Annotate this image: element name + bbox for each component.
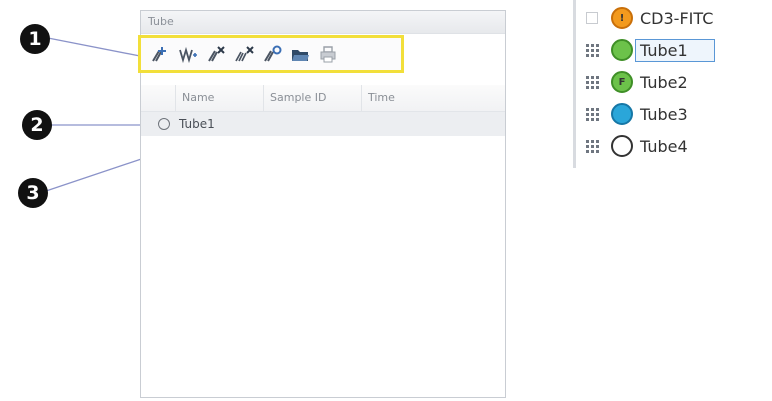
warning-dot-icon: !: [611, 7, 633, 29]
tube-grid-header: Name Sample ID Time: [141, 85, 505, 112]
callout-1: 1: [20, 24, 50, 54]
grid-icon: [586, 43, 599, 57]
list-item[interactable]: ! CD3-FITC: [586, 4, 713, 32]
panel-title: Tube: [141, 11, 505, 34]
list-item[interactable]: Tube3: [586, 100, 688, 128]
column-time[interactable]: Time: [361, 85, 505, 111]
list-item-label-selected[interactable]: Tube1: [635, 38, 715, 62]
grid-icon: [586, 107, 599, 121]
grid-icon: [586, 139, 599, 153]
delete-all-icon: [235, 46, 254, 62]
list-item[interactable]: Tube4: [586, 132, 688, 160]
tube-settings-button[interactable]: [261, 43, 283, 65]
delete-all-button[interactable]: [233, 43, 255, 65]
list-item-label: Tube3: [640, 104, 688, 124]
tube-status-circle-icon[interactable]: [158, 118, 170, 130]
delete-tube-button[interactable]: [205, 43, 227, 65]
open-folder-button[interactable]: [289, 43, 311, 65]
delete-tube-icon: [208, 46, 225, 62]
tube-panel: Tube Name Sample ID Time Tube1: [138, 10, 506, 398]
dot-letter: !: [619, 12, 625, 24]
callout-3: 3: [18, 178, 48, 208]
checkbox[interactable]: [586, 12, 598, 24]
tube-list: ! CD3-FITC Tube1 F Tube2 Tube3 Tube4: [573, 0, 772, 168]
blue-dot-icon: [611, 103, 633, 125]
grid-icon: [586, 75, 599, 89]
callout-2: 2: [22, 110, 52, 140]
column-sample-id[interactable]: Sample ID: [263, 85, 361, 111]
list-item-label: Tube4: [640, 136, 688, 156]
dot-letter: F: [618, 76, 626, 88]
tube-settings-icon: [264, 45, 282, 62]
empty-circle-icon: [611, 135, 633, 157]
acquisition-button[interactable]: [177, 43, 199, 65]
tube-toolbar: [138, 35, 404, 73]
new-tube-icon: [152, 47, 166, 62]
table-row[interactable]: Tube1: [141, 112, 505, 136]
green-dot-icon: F: [611, 71, 633, 93]
list-item[interactable]: Tube1: [586, 36, 715, 64]
acquisition-icon: [179, 46, 197, 64]
new-tube-button[interactable]: [149, 43, 171, 65]
print-button[interactable]: [317, 43, 339, 65]
list-item-label: Tube2: [640, 72, 688, 92]
list-item[interactable]: F Tube2: [586, 68, 688, 96]
column-name[interactable]: Name: [175, 85, 263, 111]
header-select-column: [141, 85, 175, 111]
green-dot-icon: [611, 39, 633, 61]
list-item-label: CD3-FITC: [640, 8, 714, 28]
print-icon: [320, 46, 336, 63]
row-name: Tube1: [179, 117, 215, 131]
open-folder-icon: [292, 50, 309, 61]
